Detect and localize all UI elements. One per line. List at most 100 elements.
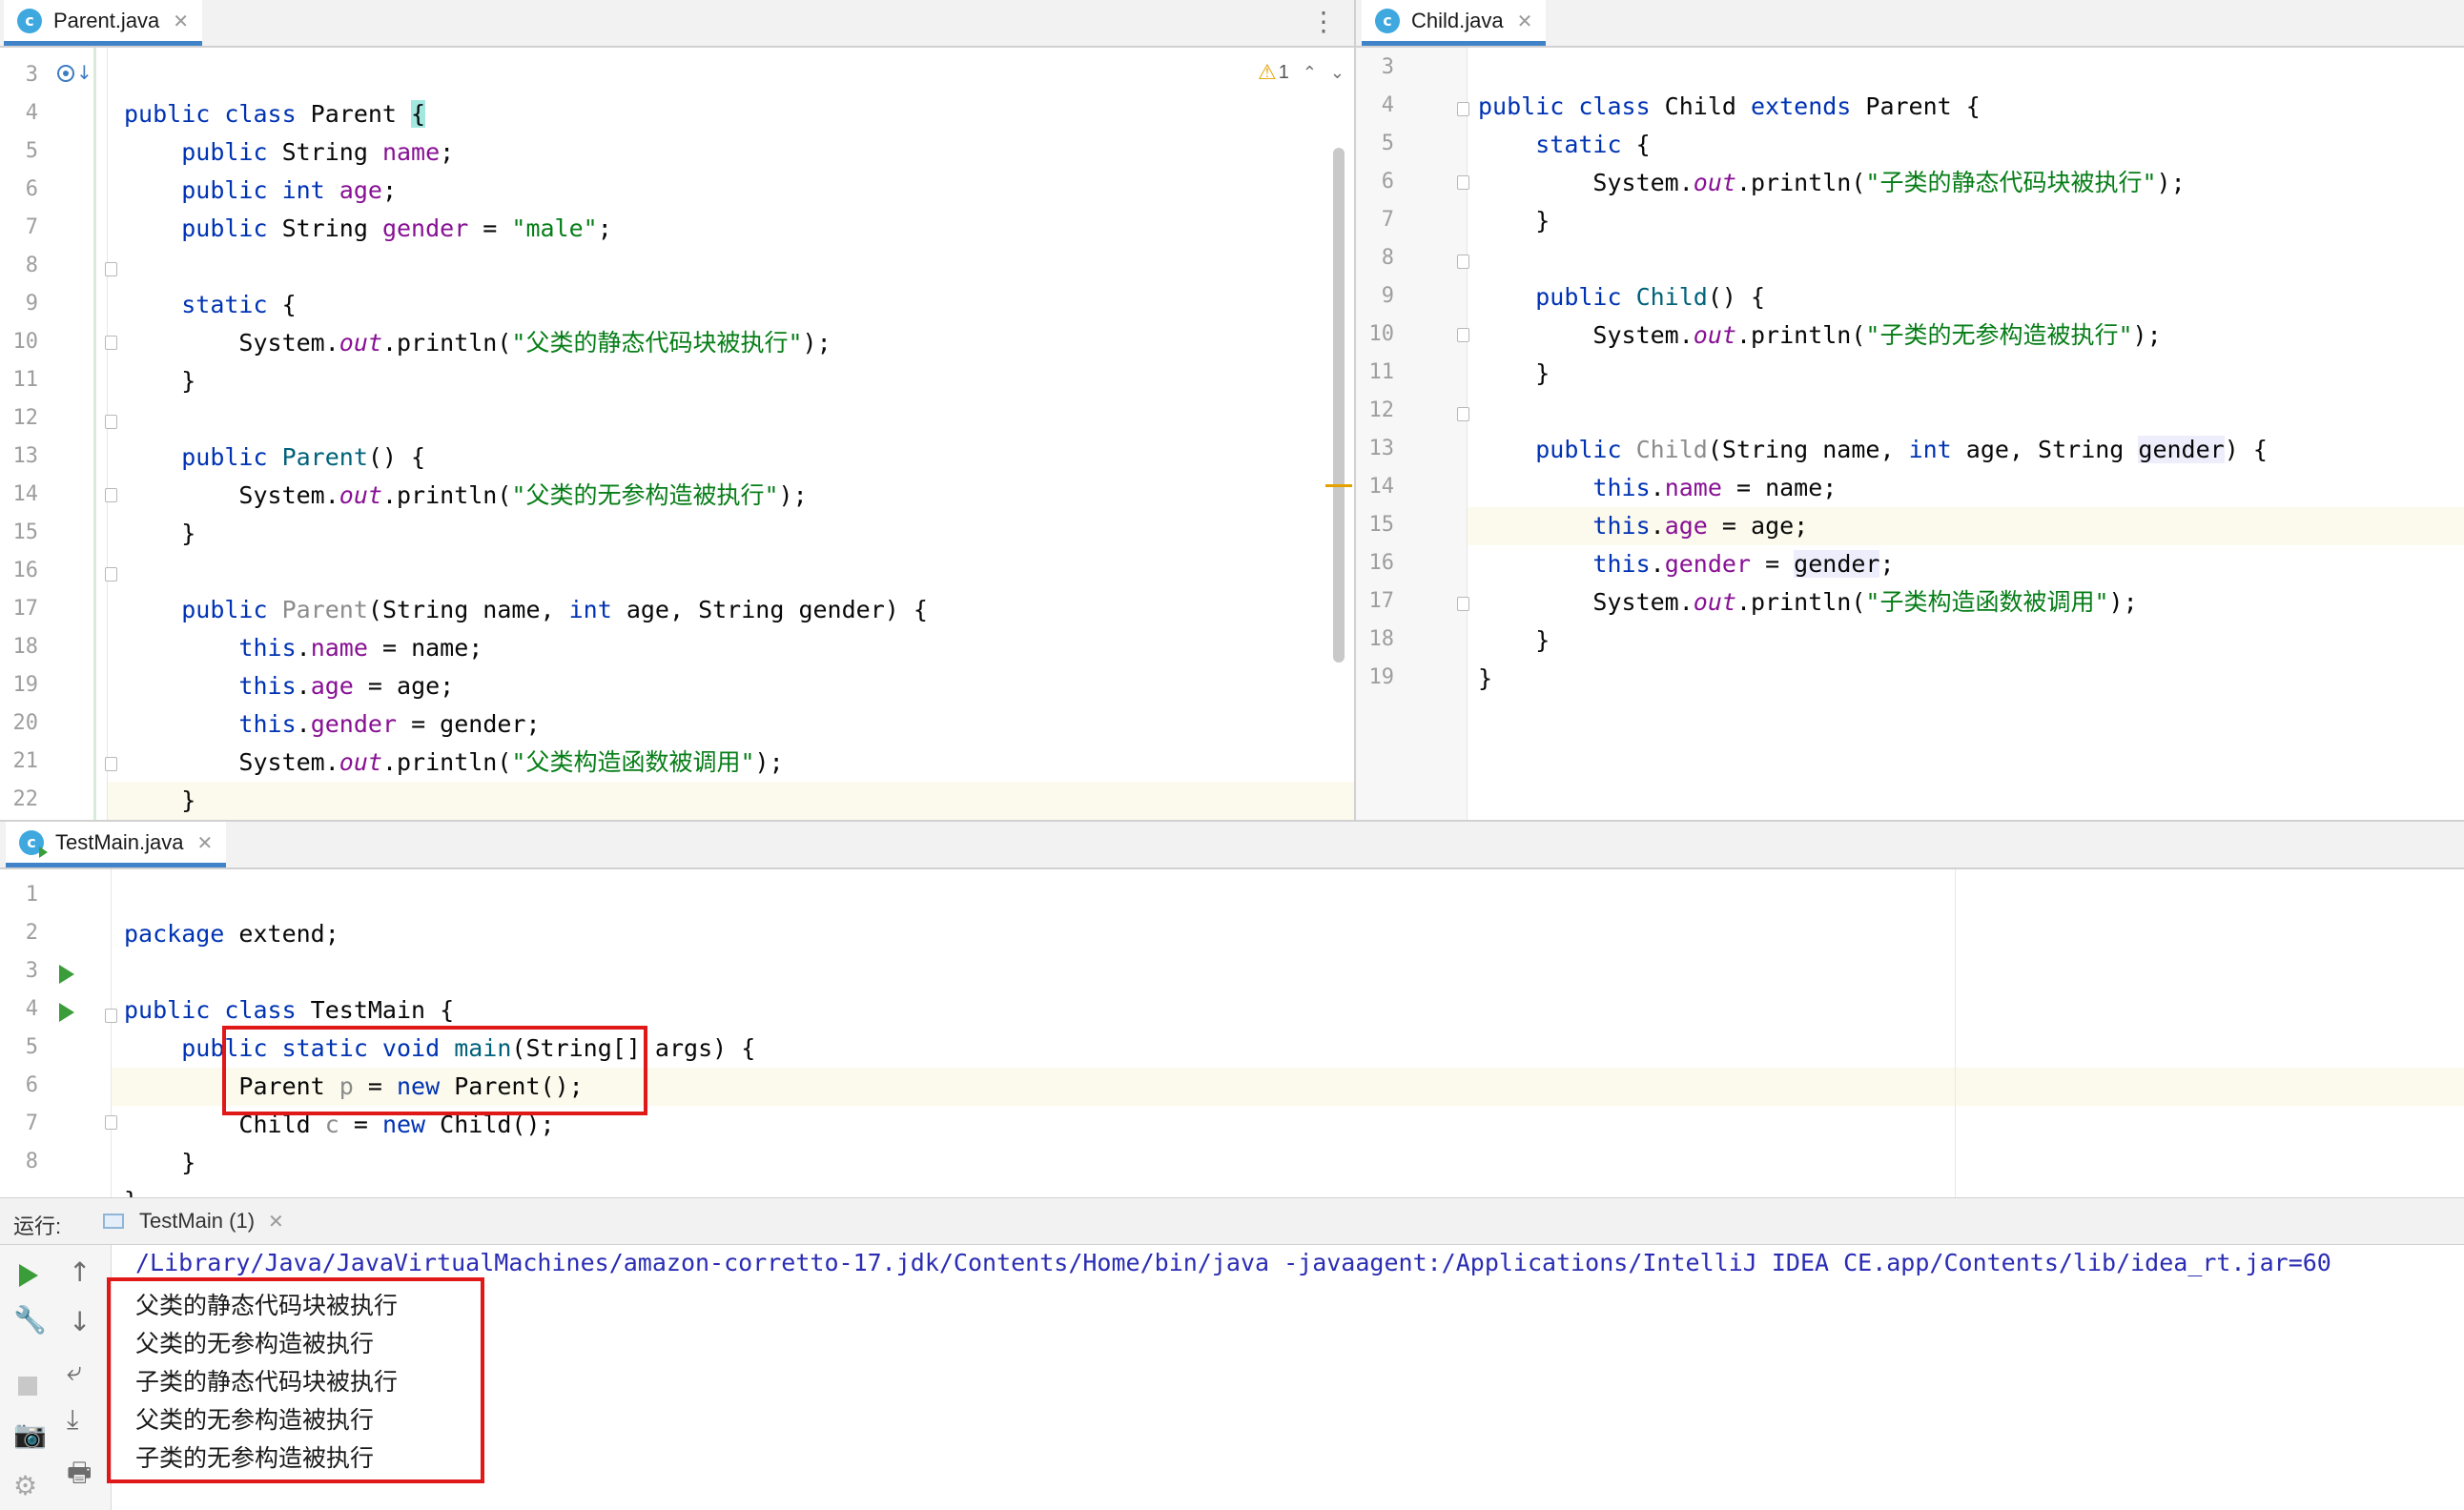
arrow-down-icon[interactable]: ↓ xyxy=(69,1306,91,1337)
line-number: 12 xyxy=(1368,398,1395,422)
java-class-icon: c xyxy=(17,8,42,33)
stop-icon[interactable] xyxy=(18,1377,37,1396)
line-number: 16 xyxy=(1368,551,1395,575)
line-number: 15 xyxy=(12,520,39,544)
vertical-scrollbar[interactable] xyxy=(1333,148,1345,663)
line-number: 19 xyxy=(12,673,39,697)
code-line: } xyxy=(1535,626,1550,654)
testmain-editor[interactable]: 1 2 3 4 5 6 7 8 package extend; public c… xyxy=(0,869,2464,1214)
code-line: public Child(String name, int age, Strin… xyxy=(1535,436,2268,463)
line-number: 16 xyxy=(12,559,39,582)
wrench-icon[interactable]: 🔧 xyxy=(13,1304,47,1336)
fold-marker-icon[interactable] xyxy=(105,488,117,502)
rerun-icon[interactable] xyxy=(19,1264,38,1287)
line-number: 20 xyxy=(12,711,39,735)
fold-marker-icon[interactable] xyxy=(105,567,117,582)
parent-editor[interactable]: 3 4 5 6 7 8 9 10 11 12 13 14 15 16 17 18… xyxy=(0,48,1354,852)
line-number: 13 xyxy=(1368,437,1395,460)
close-icon[interactable]: ✕ xyxy=(1517,10,1533,32)
inspection-widget[interactable]: ⚠ 1 ⌃ ⌄ xyxy=(1258,61,1345,85)
camera-icon[interactable]: 📷 xyxy=(13,1418,47,1450)
fold-marker-icon[interactable] xyxy=(1457,328,1469,342)
run-main-icon[interactable] xyxy=(59,1003,74,1022)
line-number: 18 xyxy=(12,635,39,659)
tab-label: Child.java xyxy=(1411,8,1504,32)
more-options-icon[interactable]: ⋮ xyxy=(1310,8,1337,36)
line-number: 4 xyxy=(1381,93,1394,117)
code-highlight-box xyxy=(222,1026,647,1115)
run-config-tab[interactable]: TestMain (1) ✕ xyxy=(103,1198,284,1244)
warning-count: 1 xyxy=(1278,62,1289,83)
soft-wrap-icon[interactable]: ⤶ xyxy=(67,1356,82,1388)
code-line: this.name = name; xyxy=(238,634,483,662)
code-line: } xyxy=(181,520,196,547)
run-class-icon[interactable] xyxy=(59,965,74,984)
chevron-up-icon[interactable]: ⌃ xyxy=(1303,63,1317,83)
code-line: } xyxy=(1535,359,1550,387)
fold-marker-icon[interactable] xyxy=(1457,407,1469,421)
line-number: 8 xyxy=(1381,246,1394,270)
fold-marker-icon[interactable] xyxy=(105,1009,117,1023)
line-number: 11 xyxy=(12,368,39,392)
parent-gutter xyxy=(0,48,108,820)
arrow-up-icon[interactable]: ↑ xyxy=(69,1256,91,1288)
fold-marker-icon[interactable] xyxy=(105,262,117,276)
code-line: } xyxy=(181,1149,196,1176)
line-number: 4 xyxy=(25,997,38,1021)
warning-icon: ⚠ xyxy=(1257,61,1277,85)
line-number: 6 xyxy=(1381,170,1394,194)
line-number: 15 xyxy=(1368,513,1395,537)
tab-parent-java[interactable]: c Parent.java ✕ xyxy=(4,0,203,46)
tab-testmain-java[interactable]: c TestMain.java ✕ xyxy=(6,822,227,867)
scroll-to-end-icon[interactable]: ⤓ xyxy=(67,1403,78,1436)
implemented-icon[interactable] xyxy=(57,65,74,82)
chevron-down-icon[interactable]: ⌄ xyxy=(1330,63,1345,83)
child-gutter xyxy=(1356,48,1468,820)
line-number: 5 xyxy=(1381,132,1394,155)
line-number: 9 xyxy=(1381,284,1394,308)
fold-marker-icon[interactable] xyxy=(105,1115,117,1130)
run-console[interactable]: 🔧 📷 ⚙ ↑ ↓ ⤶ ⤓ 🖶 /Library/Java/JavaVirtua… xyxy=(0,1245,2464,1510)
line-number: 11 xyxy=(1368,360,1395,384)
parent-tabbar: c Parent.java ✕ ⋮ xyxy=(0,0,1356,48)
close-icon[interactable]: ✕ xyxy=(197,831,214,854)
fold-marker-icon[interactable] xyxy=(105,757,117,771)
settings-icon[interactable]: ⚙ xyxy=(13,1470,37,1501)
command-line: /Library/Java/JavaVirtualMachines/amazon… xyxy=(135,1249,2331,1276)
fold-marker-icon[interactable] xyxy=(1457,255,1469,269)
tab-child-java[interactable]: c Child.java ✕ xyxy=(1362,0,1547,46)
code-line: System.out.println("子类的静态代码块被执行"); xyxy=(1592,169,2186,196)
fold-marker-icon[interactable] xyxy=(105,336,117,350)
child-tabbar: c Child.java ✕ xyxy=(1356,0,2464,48)
code-line: this.age = age; xyxy=(238,672,455,700)
close-icon[interactable]: ✕ xyxy=(268,1210,284,1233)
code-line: static { xyxy=(181,291,297,318)
line-number: 8 xyxy=(25,254,38,277)
code-line: public String name; xyxy=(181,138,455,166)
code-line: public class Child extends Parent { xyxy=(1478,92,1981,120)
line-number: 7 xyxy=(25,1112,38,1135)
code-line: } xyxy=(181,367,196,395)
fold-marker-icon[interactable] xyxy=(1457,175,1469,190)
code-line: } xyxy=(1535,207,1550,235)
code-line: public class TestMain { xyxy=(124,996,455,1024)
code-line: public Parent() { xyxy=(181,443,426,471)
line-number: 2 xyxy=(25,921,38,945)
close-icon[interactable]: ✕ xyxy=(173,10,189,32)
code-line: static { xyxy=(1535,131,1651,158)
fold-marker-icon[interactable] xyxy=(105,415,117,429)
line-number: 4 xyxy=(25,101,38,125)
child-editor[interactable]: 3 4 5 6 7 8 9 10 11 12 13 14 15 16 17 18… xyxy=(1356,48,2464,820)
line-number: 8 xyxy=(25,1150,38,1173)
java-runnable-class-icon: c xyxy=(19,829,48,858)
print-icon[interactable]: 🖶 xyxy=(67,1453,92,1499)
fold-marker-icon[interactable] xyxy=(1457,102,1469,116)
line-number: 7 xyxy=(1381,208,1394,232)
line-number: 10 xyxy=(1368,322,1395,346)
fold-marker-icon[interactable] xyxy=(1457,597,1469,611)
